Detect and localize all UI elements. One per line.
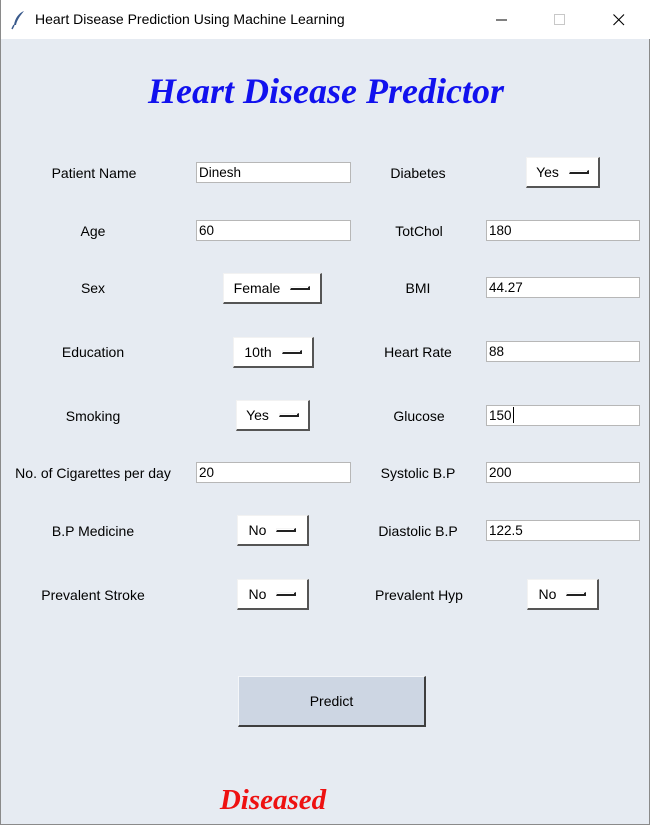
education-dropdown[interactable]: 10th: [233, 337, 314, 368]
systolic-bp-label: Systolic B.P: [380, 465, 456, 481]
cigs-per-day-input[interactable]: 20: [196, 462, 351, 483]
glucose-label: Glucose: [393, 408, 445, 424]
cigs-per-day-label: No. of Cigarettes per day: [15, 465, 171, 481]
prevalent-hyp-dropdown[interactable]: No: [527, 579, 599, 610]
sex-label: Sex: [80, 280, 106, 296]
close-icon[interactable]: [596, 0, 642, 39]
age-input[interactable]: 60: [196, 220, 351, 241]
diabetes-label: Diabetes: [390, 165, 446, 181]
prevalent-hyp-label: Prevalent Hyp: [375, 587, 463, 603]
dropdown-indicator-icon: [281, 350, 302, 354]
diastolic-bp-input[interactable]: 122.5: [486, 520, 640, 541]
dropdown-indicator-icon: [278, 413, 299, 417]
page-title: Heart Disease Predictor: [148, 71, 504, 111]
prevalent-stroke-value: No: [248, 586, 267, 602]
dropdown-indicator-icon: [276, 592, 297, 596]
bp-medicine-value: No: [248, 522, 267, 538]
bp-medicine-label: B.P Medicine: [51, 523, 135, 539]
heart-rate-input[interactable]: 88: [486, 341, 640, 362]
heart-rate-label: Heart Rate: [384, 344, 452, 360]
systolic-bp-input[interactable]: 200: [486, 462, 640, 483]
diabetes-dropdown[interactable]: Yes: [526, 157, 600, 188]
dropdown-indicator-icon: [566, 592, 587, 596]
bmi-label: BMI: [405, 280, 431, 296]
education-value: 10th: [244, 344, 272, 360]
prediction-result: Diseased: [219, 784, 327, 816]
bmi-input[interactable]: 44.27: [486, 277, 640, 298]
education-label: Education: [61, 344, 125, 360]
title-bar: Heart Disease Prediction Using Machine L…: [1, 0, 651, 39]
age-label: Age: [80, 223, 106, 239]
prevalent-stroke-dropdown[interactable]: No: [237, 579, 309, 610]
diastolic-bp-label: Diastolic B.P: [378, 523, 458, 539]
totchol-label: TotChol: [395, 223, 443, 239]
sex-value: Female: [233, 280, 281, 296]
glucose-input[interactable]: 150: [486, 405, 640, 426]
smoking-value: Yes: [246, 407, 269, 423]
app-window: Heart Disease Prediction Using Machine L…: [0, 0, 651, 825]
minimize-icon[interactable]: [479, 0, 525, 39]
window-title: Heart Disease Prediction Using Machine L…: [35, 11, 345, 27]
predict-button[interactable]: Predict: [238, 676, 426, 727]
feather-icon: [10, 10, 28, 30]
dropdown-indicator-icon: [276, 528, 297, 532]
maximize-icon[interactable]: [537, 0, 583, 39]
prevalent-stroke-label: Prevalent Stroke: [41, 587, 145, 603]
patient-name-input[interactable]: Dinesh: [196, 162, 351, 183]
sex-dropdown[interactable]: Female: [223, 273, 322, 304]
glucose-value: 150: [489, 408, 512, 423]
bp-medicine-dropdown[interactable]: No: [237, 515, 309, 546]
totchol-input[interactable]: 180: [486, 220, 640, 241]
text-cursor: [512, 407, 515, 423]
smoking-label: Smoking: [65, 408, 121, 424]
prevalent-hyp-value: No: [538, 586, 557, 602]
patient-name-label: Patient Name: [51, 165, 137, 181]
smoking-dropdown[interactable]: Yes: [236, 400, 310, 431]
dropdown-indicator-icon: [290, 286, 311, 290]
dropdown-indicator-icon: [568, 170, 589, 174]
diabetes-value: Yes: [536, 164, 559, 180]
